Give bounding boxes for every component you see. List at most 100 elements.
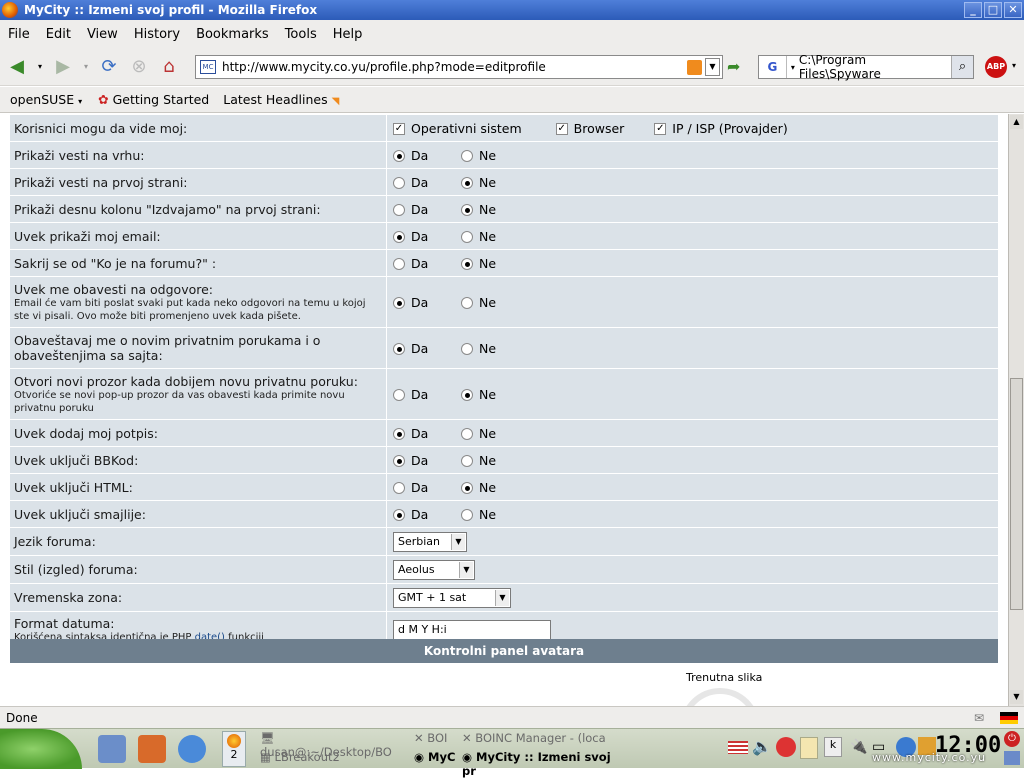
forward-button[interactable]: ▶ [50, 54, 76, 80]
language-select[interactable]: Serbian ▼ [393, 531, 467, 552]
radio-button[interactable] [461, 343, 473, 355]
radio-button[interactable] [393, 177, 405, 189]
radio-da[interactable]: Da [393, 480, 443, 495]
radio-ne[interactable]: Ne [461, 480, 496, 495]
radio-ne[interactable]: Ne [461, 507, 496, 522]
search-engine-google-icon[interactable]: G [759, 56, 787, 78]
menu-bookmarks[interactable]: Bookmarks [188, 27, 277, 42]
checkbox-box[interactable]: ✓ [654, 123, 667, 135]
menu-file[interactable]: File [0, 27, 38, 42]
task-boinc-short[interactable]: ✕ BOI [414, 731, 464, 745]
mail-icon[interactable]: ✉ [974, 711, 984, 725]
radio-ne[interactable]: Ne [461, 453, 496, 468]
home-icon[interactable]: ⌂ [156, 54, 182, 80]
scroll-up-arrow-icon[interactable]: ▲ [1010, 115, 1023, 129]
style-select[interactable]: Aeolus ▼ [393, 559, 475, 580]
bookmark-latest-headlines[interactable]: Latest Headlines ◥ [223, 92, 339, 107]
radio-button[interactable] [461, 389, 473, 401]
radio-button[interactable] [461, 150, 473, 162]
tray-app-icon-1[interactable] [776, 737, 796, 757]
radio-button[interactable] [393, 389, 405, 401]
dateformat-input[interactable]: d M Y H:i [393, 620, 551, 640]
checkbox-browser[interactable]: ✓ Browser [555, 121, 624, 136]
search-box[interactable]: G ▾ C:\Program Files\Spyware ⌕ [758, 53, 974, 81]
menu-tools[interactable]: Tools [277, 27, 325, 42]
radio-button[interactable] [461, 482, 473, 494]
menu-edit[interactable]: Edit [38, 27, 79, 42]
home-folder-icon[interactable] [138, 735, 166, 763]
address-bar[interactable]: MC http://www.mycity.co.yu/profile.php?m… [195, 55, 723, 79]
url-text[interactable]: http://www.mycity.co.yu/profile.php?mode… [222, 60, 546, 74]
task-lbreakout[interactable]: ▦ LBreakout2 [260, 750, 406, 764]
radio-button[interactable] [393, 509, 405, 521]
timezone-select[interactable]: GMT + 1 sat ▼ [393, 587, 511, 608]
reload-icon[interactable]: ⟳ [96, 54, 122, 80]
radio-da[interactable]: Da [393, 387, 443, 402]
search-engine-dropdown[interactable]: ▾ [791, 63, 795, 72]
radio-da[interactable]: Da [393, 148, 443, 163]
language-flag-icon[interactable] [1000, 711, 1018, 724]
radio-button[interactable] [393, 231, 405, 243]
url-dropdown-button[interactable]: ▼ [705, 58, 720, 76]
kopete-icon[interactable]: k [824, 737, 842, 757]
menu-history[interactable]: History [126, 27, 188, 42]
search-icon[interactable]: ⌕ [951, 56, 973, 78]
radio-ne[interactable]: Ne [461, 175, 496, 190]
checkbox-operativni-sistem[interactable]: ✓ Operativni sistem [393, 121, 522, 136]
radio-button[interactable] [461, 455, 473, 467]
network-icon[interactable]: 🔌 [850, 739, 867, 755]
start-menu-suse-icon[interactable] [0, 729, 82, 769]
menu-view[interactable]: View [79, 27, 126, 42]
close-button[interactable]: ✕ [1004, 2, 1022, 18]
klipper-icon[interactable] [800, 737, 818, 759]
adblock-dropdown[interactable]: ▾ [1012, 61, 1016, 70]
radio-button[interactable] [393, 455, 405, 467]
task-firefox-short[interactable]: ◉ MyC [414, 750, 464, 764]
bookmark-opensuse[interactable]: openSUSE ▾ [10, 92, 82, 107]
radio-button[interactable] [393, 150, 405, 162]
radio-ne[interactable]: Ne [461, 341, 496, 356]
radio-ne[interactable]: Ne [461, 295, 496, 310]
radio-da[interactable]: Da [393, 202, 443, 217]
radio-da[interactable]: Da [393, 341, 443, 356]
rss-feed-icon[interactable] [687, 59, 702, 75]
radio-da[interactable]: Da [393, 453, 443, 468]
lock-screen-icon[interactable] [1004, 751, 1020, 765]
radio-ne[interactable]: Ne [461, 426, 496, 441]
radio-ne[interactable]: Ne [461, 202, 496, 217]
bookmark-getting-started[interactable]: ✿ Getting Started [98, 92, 209, 107]
search-input[interactable]: C:\Program Files\Spyware [799, 53, 951, 81]
checkbox-box[interactable]: ✓ [393, 123, 405, 135]
forward-history-dropdown[interactable]: ▾ [80, 54, 92, 80]
checkbox-box[interactable]: ✓ [555, 123, 568, 135]
radio-da[interactable]: Da [393, 295, 443, 310]
minimize-button[interactable]: _ [964, 2, 982, 18]
radio-ne[interactable]: Ne [461, 387, 496, 402]
radio-da[interactable]: Da [393, 426, 443, 441]
radio-da[interactable]: Da [393, 507, 443, 522]
scrollbar-thumb[interactable] [1010, 378, 1023, 610]
radio-ne[interactable]: Ne [461, 148, 496, 163]
radio-button[interactable] [393, 428, 405, 440]
radio-da[interactable]: Da [393, 175, 443, 190]
task-firefox-mycity[interactable]: ◉ MyCity :: Izmeni svoj pr [462, 750, 612, 778]
office-icon[interactable] [98, 735, 126, 763]
logout-icon[interactable]: ⏻ [1004, 731, 1020, 747]
radio-button[interactable] [393, 258, 405, 270]
scroll-down-arrow-icon[interactable]: ▼ [1010, 690, 1023, 704]
back-history-dropdown[interactable]: ▾ [34, 54, 46, 80]
konqueror-icon[interactable] [178, 735, 206, 763]
radio-button[interactable] [461, 258, 473, 270]
radio-button[interactable] [393, 204, 405, 216]
radio-button[interactable] [461, 297, 473, 309]
radio-da[interactable]: Da [393, 256, 443, 271]
radio-button[interactable] [461, 231, 473, 243]
us-flag-icon[interactable] [728, 741, 748, 754]
menu-help[interactable]: Help [325, 27, 371, 42]
radio-button[interactable] [461, 204, 473, 216]
radio-ne[interactable]: Ne [461, 256, 496, 271]
radio-button[interactable] [461, 177, 473, 189]
virtual-desktop-pager[interactable]: 2 [222, 731, 246, 767]
volume-icon[interactable]: 🔈 [752, 737, 772, 756]
page-scrollbar[interactable]: ▲ ▼ [1008, 114, 1024, 706]
